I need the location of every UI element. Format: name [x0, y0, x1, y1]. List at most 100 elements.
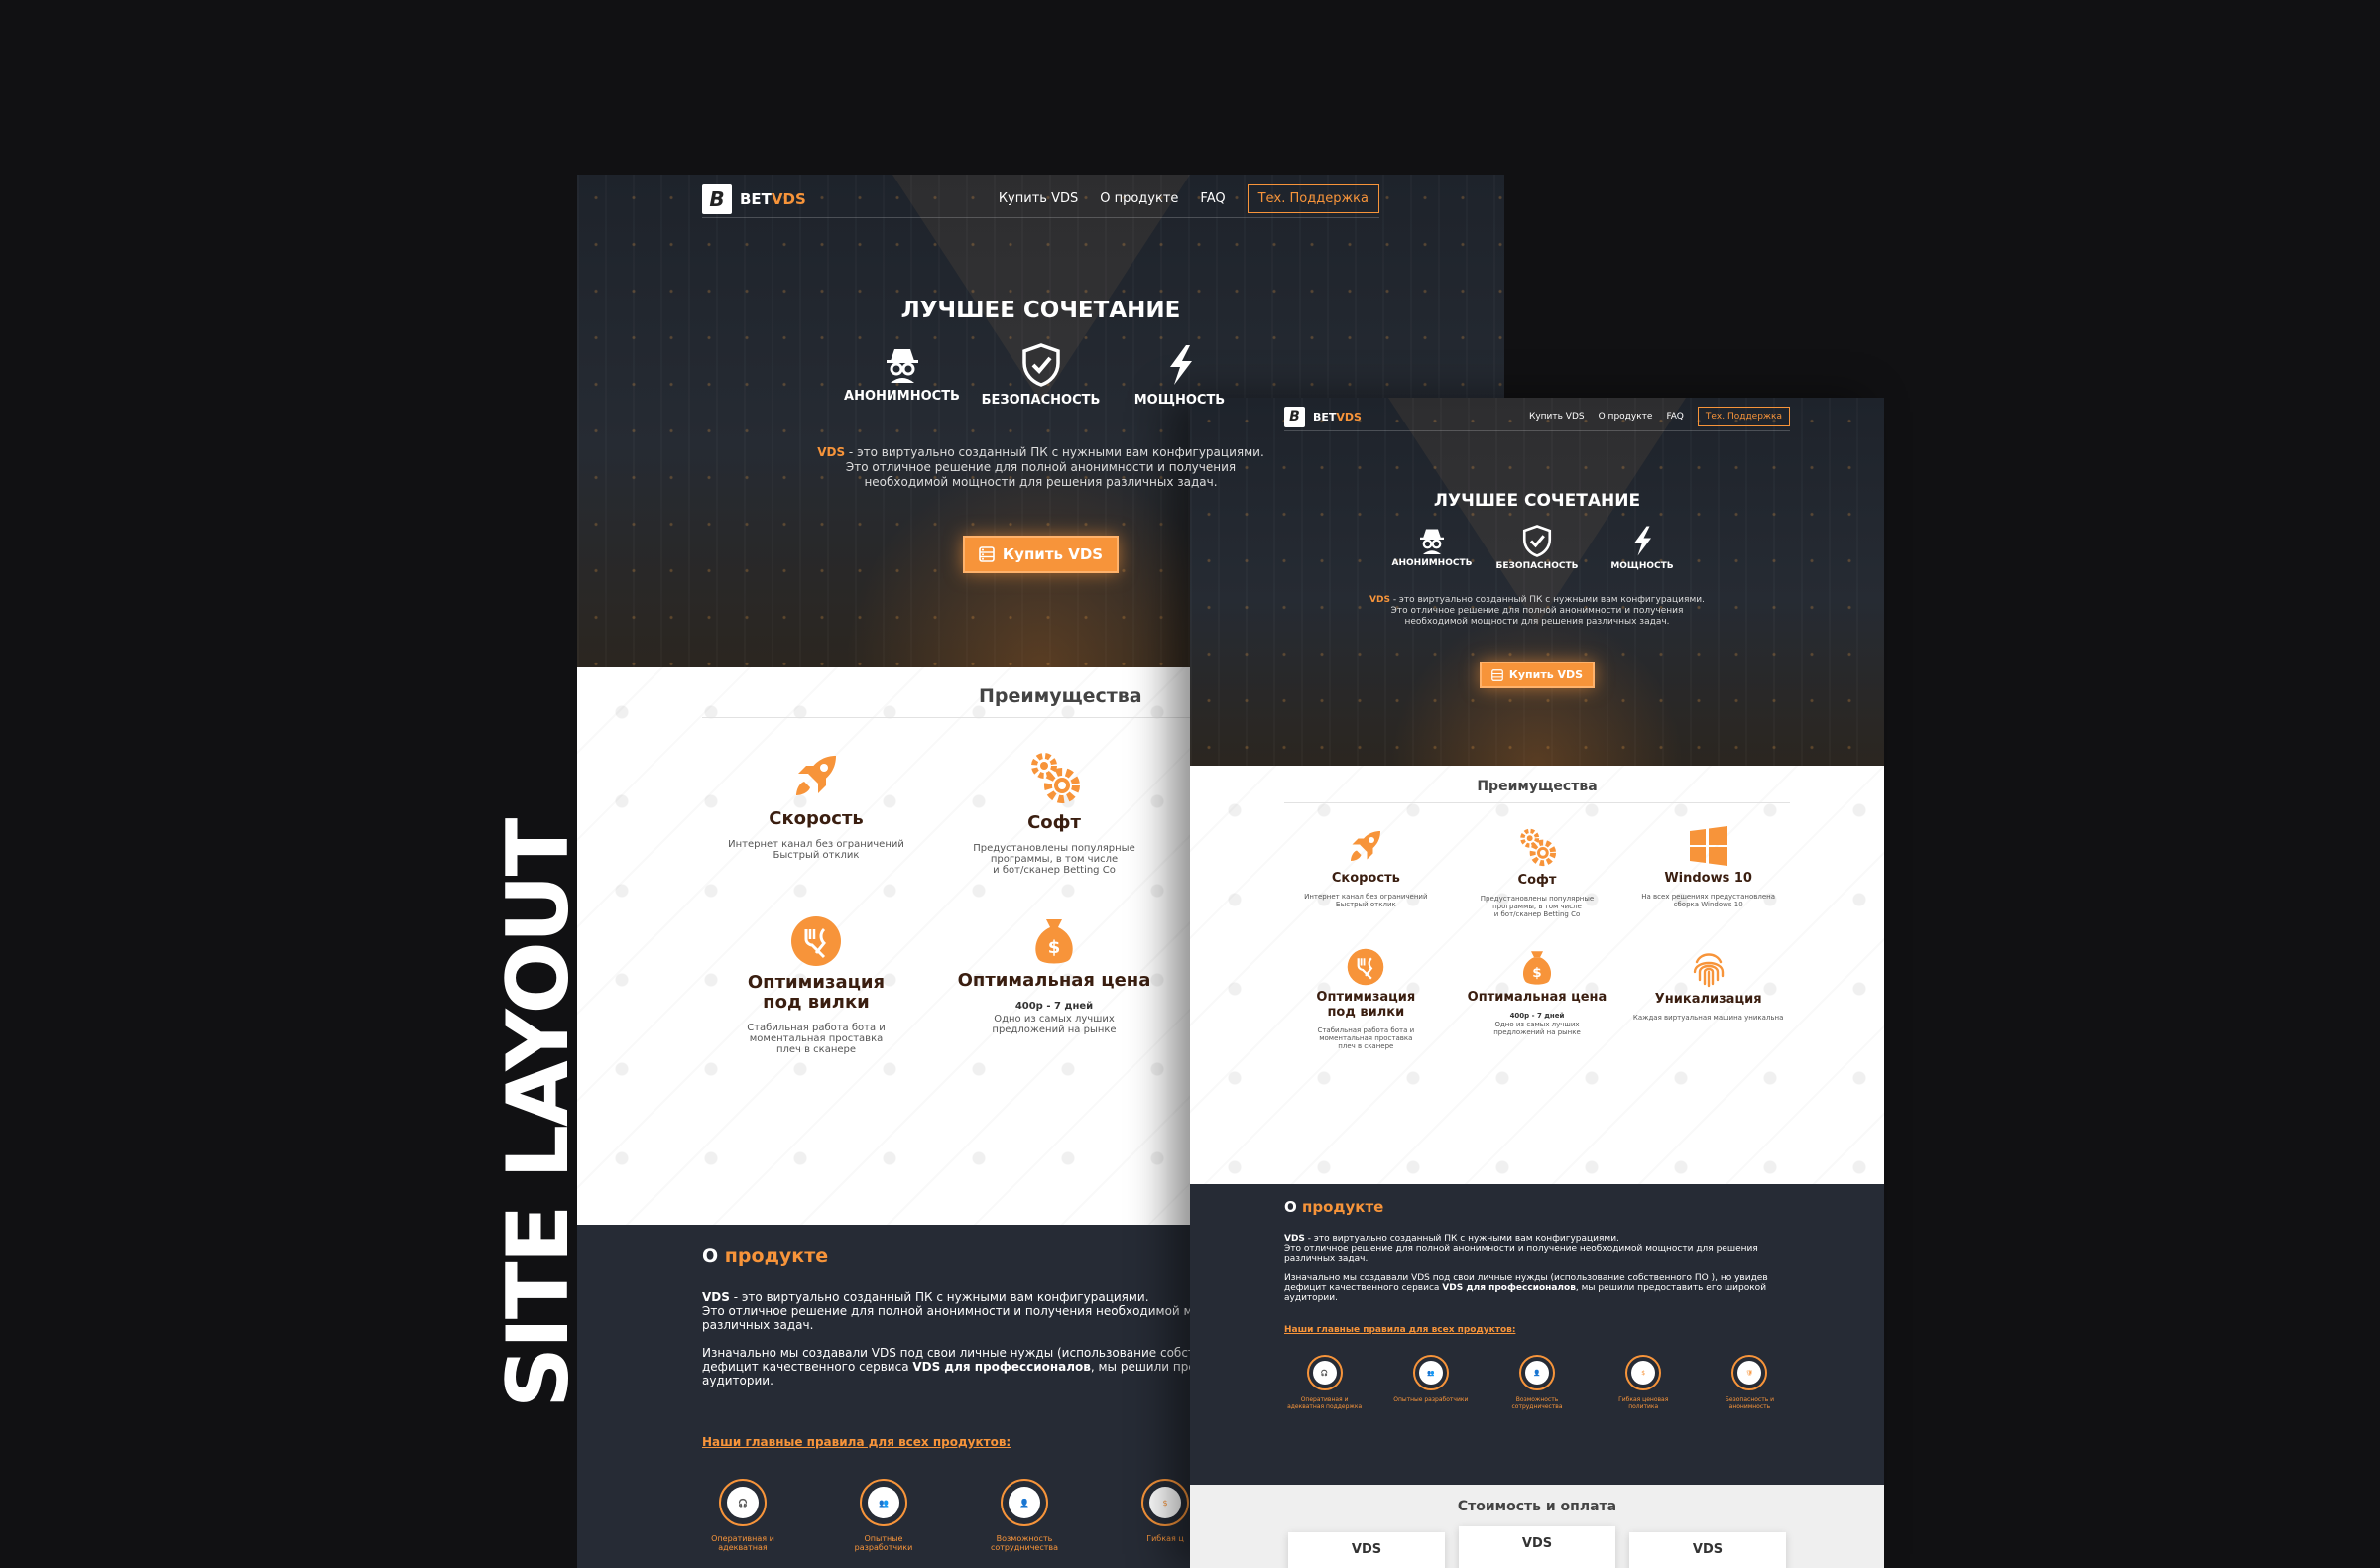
nav-link-buy-vds[interactable]: Купить VDS	[999, 191, 1078, 206]
card-desc-line: программы, в том числе	[990, 854, 1119, 865]
card-price: 400р - 7 дней	[1014, 1001, 1094, 1012]
about-text: Изначально мы создавали VDS под свои лич…	[1284, 1273, 1768, 1283]
vds-highlight: VDS	[1369, 595, 1390, 605]
hero-text-line: необходимой мощности для решения различн…	[1404, 617, 1670, 627]
svg-text:$: $	[1048, 937, 1061, 958]
feature-power: МОЩНОСТЬ	[1605, 525, 1680, 571]
rule-label: Опытные разработчики	[854, 1534, 913, 1552]
card-desc-line: моментальная проставка	[749, 1033, 884, 1044]
logo-text-vds: VDS	[771, 189, 806, 208]
about-section: О продукте VDS - это виртуально созданны…	[1190, 1184, 1884, 1485]
buy-vds-button[interactable]: Купить VDS	[1479, 662, 1596, 688]
card-title: Оптимальная цена	[957, 970, 1151, 991]
card-title: под вилки	[763, 992, 870, 1013]
card-title: Софт	[1517, 873, 1557, 888]
card-title: Уникализация	[1654, 992, 1762, 1007]
rule-label: Гибкая ценовая политика	[1618, 1396, 1669, 1410]
logo[interactable]: B BETVDS	[1284, 406, 1362, 427]
vds-bold: VDS	[1284, 1234, 1305, 1244]
vds-bold: VDS	[702, 1290, 730, 1304]
rule-security: 🛡 Безопасность и анонимность	[1710, 1355, 1790, 1410]
buy-button-label: Купить VDS	[1002, 545, 1104, 563]
about-bold: VDS для профессионалов	[1442, 1283, 1576, 1293]
about-text: аудитории.	[1284, 1293, 1338, 1303]
desktop-mockup-small: B BETVDS Купить VDS О продукте FAQ Тех. …	[1190, 398, 1884, 1568]
nav-link-buy-vds[interactable]: Купить VDS	[1529, 412, 1585, 422]
price-cards: VDS VDS VDS	[1190, 1526, 1884, 1568]
lightning-icon	[1169, 345, 1192, 385]
card-desc-line: Одно из самых лучших	[994, 1014, 1115, 1025]
navbar: B BETVDS Купить VDS О продукте FAQ Тех. …	[1284, 398, 1790, 431]
money-bag-icon: $	[1522, 951, 1552, 985]
price-card[interactable]: VDS	[1629, 1532, 1786, 1568]
nav-link-faq[interactable]: FAQ	[1666, 412, 1683, 422]
about-text: - это виртуально созданный ПК с нужными …	[729, 1290, 1149, 1304]
card-price: 400р - 7 дней	[1509, 1012, 1565, 1020]
price-card[interactable]: VDS	[1288, 1532, 1445, 1568]
partner-icon: 👤	[1519, 1355, 1555, 1390]
logo-text-bet: BET	[1313, 410, 1337, 423]
logo[interactable]: B BETVDS	[702, 183, 806, 214]
rule-pricing: $ Гибкая ценовая политика	[1604, 1355, 1684, 1410]
shield-check-icon	[1522, 525, 1552, 557]
partner-icon: 👤	[1001, 1479, 1048, 1526]
feature-label: БЕЗОПАСНОСТЬ	[981, 393, 1101, 408]
about-text: аудитории.	[702, 1374, 774, 1387]
hero-text-line: Это отличное решение для полной анонимно…	[845, 460, 1237, 474]
gears-icon	[1031, 753, 1080, 803]
team-icon: 👥	[1412, 1355, 1449, 1390]
feature-label: АНОНИМНОСТЬ	[844, 389, 960, 404]
about-paragraph: Изначально мы создавали VDS под свои лич…	[1284, 1273, 1790, 1303]
pricing-title: Стоимость и оплата	[1457, 1499, 1617, 1514]
benefit-card-speed: Скорость Интернет канал без ограничений Б…	[702, 748, 930, 876]
logo-text-vds: VDS	[1336, 410, 1362, 423]
about-text: Изначально мы создавали VDS под свои лич…	[702, 1346, 1210, 1360]
card-desc-line: Стабильная работа бота и	[747, 1023, 886, 1033]
hero-title: ЛУЧШЕЕ СОЧЕТАНИЕ	[900, 298, 1181, 323]
hero-text-line: - это виртуально созданный ПК с нужными …	[845, 445, 1264, 459]
logo-mark: B	[702, 183, 732, 214]
card-title: Софт	[1027, 812, 1081, 833]
rocket-icon	[1351, 831, 1381, 861]
card-desc-line: Стабильная работа бота и	[1317, 1026, 1415, 1034]
lightning-icon	[1634, 526, 1651, 556]
nav-link-about[interactable]: О продукте	[1599, 412, 1653, 422]
card-desc-line: программы, в том числе	[1492, 903, 1582, 910]
card-title: под вилки	[1327, 1005, 1405, 1020]
benefit-card-optimization: Оптимизация под вилки Стабильная работа б…	[1284, 948, 1448, 1050]
rule-label: Гибкая ц	[1146, 1534, 1184, 1543]
rule-cooperation: 👤 Возможность сотрудничества	[1496, 1355, 1577, 1410]
card-desc-line: Предустановлены популярные	[1480, 895, 1595, 903]
card-desc-line: На всех решениях предустановлена	[1641, 893, 1776, 901]
fingerprint-icon	[1693, 953, 1724, 988]
feature-anonymity: АНОНИМНОСТЬ	[1391, 525, 1473, 571]
card-title: Скорость	[769, 808, 864, 829]
nav-link-about[interactable]: О продукте	[1100, 191, 1178, 206]
hero-description: VDS - это виртуально созданный ПК с нужн…	[1190, 595, 1884, 628]
feature-security: БЕЗОПАСНОСТЬ	[1496, 525, 1578, 571]
card-desc-line: сборка Windows 10	[1673, 901, 1743, 908]
buy-vds-button[interactable]: Купить VDS	[962, 536, 1120, 573]
price-card-featured[interactable]: VDS	[1459, 1526, 1615, 1568]
card-desc-line: Быстрый отклик	[1335, 901, 1396, 908]
feature-label: АНОНИМНОСТЬ	[1391, 558, 1473, 568]
support-button[interactable]: Тех. Поддержка	[1247, 184, 1379, 213]
about-bold: VDS для профессионалов	[912, 1360, 1091, 1374]
card-title: Оптимизация	[1316, 990, 1416, 1005]
shield-mask-icon: 🛡	[1731, 1355, 1768, 1390]
hero-description: VDS - это виртуально созданный ПК с нужн…	[577, 445, 1504, 490]
benefit-card-optimization: Оптимизация под вилки Стабильная работа б…	[702, 915, 930, 1055]
benefit-card-soft: Софт Предустановлены популярные программы…	[940, 748, 1168, 876]
svg-text:$: $	[1532, 965, 1541, 981]
card-desc-line: Предустановлены популярные	[973, 843, 1135, 854]
feature-label: МОЩНОСТЬ	[1133, 393, 1226, 408]
feature-label: МОЩНОСТЬ	[1610, 561, 1674, 571]
about-title-part: О	[702, 1245, 725, 1266]
server-icon	[1491, 668, 1503, 681]
nav-link-faq[interactable]: FAQ	[1200, 191, 1225, 206]
rule-label: Оперативная и адекватная поддержка	[1287, 1396, 1363, 1410]
rule-support: 🎧 Оперативная и адекватная поддержка	[1284, 1355, 1365, 1410]
support-button[interactable]: Тех. Поддержка	[1697, 407, 1790, 426]
logo-text-bet: BET	[740, 189, 772, 208]
shield-check-icon	[1021, 343, 1060, 387]
